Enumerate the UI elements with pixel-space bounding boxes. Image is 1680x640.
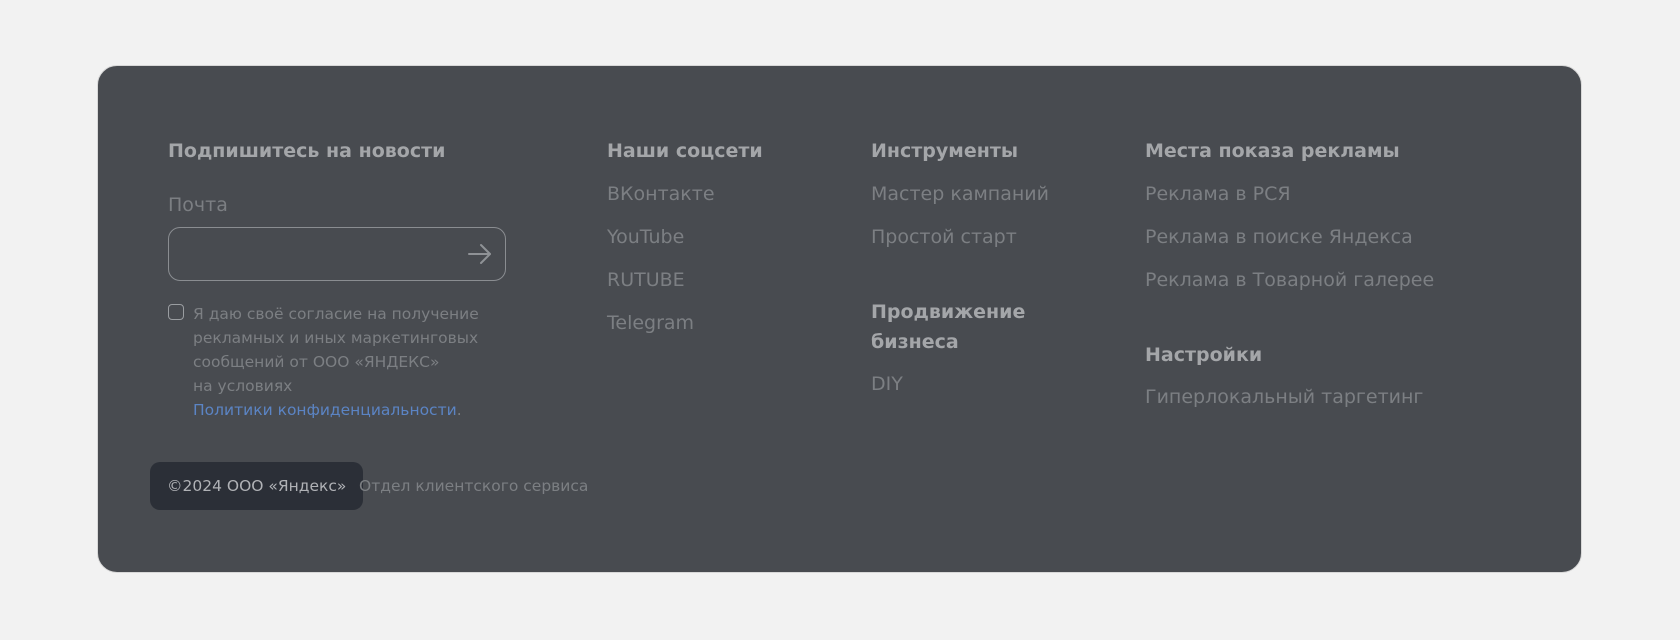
consent-line: сообщений от ООО «ЯНДЕКС» [193, 353, 440, 371]
consent-line: рекламных и иных маркетинговых [193, 329, 479, 347]
email-label: Почта [168, 194, 228, 216]
privacy-policy-link[interactable]: Политики конфиденциальности [193, 401, 457, 419]
ad-places-link-product-gallery[interactable]: Реклама в Товарной галерее [1145, 268, 1434, 292]
promotion-heading-line1: Продвижение [871, 301, 1026, 323]
social-link-vk[interactable]: ВКонтакте [607, 182, 715, 206]
policy-line: Политики конфиденциальности. [193, 398, 483, 422]
settings-link-hyperlocal[interactable]: Гиперлокальный таргетинг [1145, 385, 1423, 409]
social-link-youtube[interactable]: YouTube [607, 225, 684, 249]
consent-line: Я даю своё согласие на получение [193, 305, 479, 323]
social-link-telegram[interactable]: Telegram [607, 311, 694, 335]
consent-text: Я даю своё согласие на получение рекламн… [193, 302, 483, 422]
copyright-badge: ©2024 ООО «Яндекс» [150, 462, 364, 510]
arrow-right-icon[interactable] [465, 239, 495, 269]
tools-link-simple-start[interactable]: Простой старт [871, 225, 1017, 249]
ad-places-link-rsya[interactable]: Реклама в РСЯ [1145, 182, 1291, 206]
social-heading: Наши соцсети [607, 140, 763, 162]
consent-checkbox[interactable] [168, 304, 184, 320]
client-service-link[interactable]: Отдел клиентского сервиса [359, 474, 588, 498]
email-input[interactable] [183, 228, 457, 282]
email-field-box [168, 227, 506, 282]
promotion-link-diy[interactable]: DIY [871, 372, 903, 396]
settings-heading: Настройки [1145, 344, 1263, 366]
tools-link-campaign-master[interactable]: Мастер кампаний [871, 182, 1049, 206]
subscribe-heading: Подпишитесь на новости [168, 140, 446, 162]
ad-places-heading: Места показа рекламы [1145, 140, 1400, 162]
ad-places-link-search[interactable]: Реклама в поиске Яндекса [1145, 225, 1413, 249]
promotion-heading-line2: бизнеса [871, 331, 959, 353]
policy-suffix: . [456, 401, 462, 419]
social-link-rutube[interactable]: RUTUBE [607, 268, 685, 292]
tools-heading: Инструменты [871, 140, 1019, 162]
consent-line: на условиях [193, 377, 293, 395]
footer-card: Подпишитесь на новости Почта Я даю своё … [97, 65, 1582, 573]
